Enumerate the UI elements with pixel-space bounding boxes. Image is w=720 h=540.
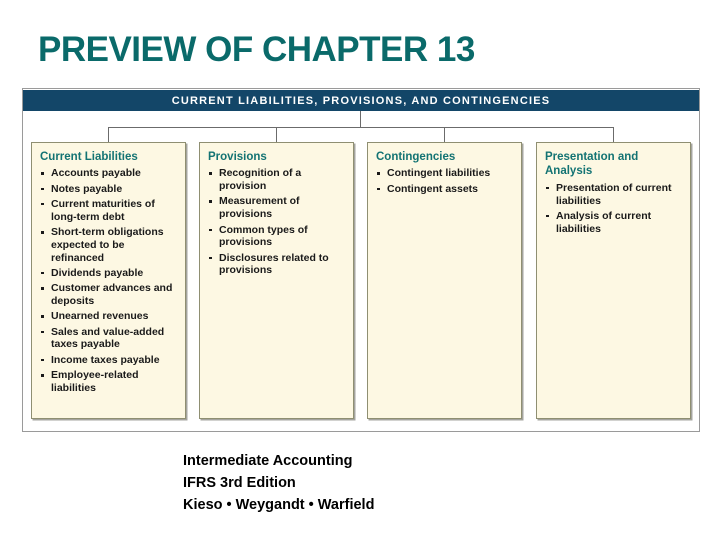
category-box-provisions: Provisions Recognition of a provision Mea… — [199, 142, 354, 419]
category-list-item: Contingent liabilities — [376, 167, 513, 180]
category-box-contingencies: Contingencies Contingent liabilities Cont… — [367, 142, 522, 419]
page-title: PREVIEW OF CHAPTER 13 — [38, 30, 475, 69]
category-list-item: Presentation of current liabilities — [545, 182, 682, 208]
category-list-item: Current maturities of long-term debt — [40, 198, 177, 224]
category-list-item: Employee-related liabilities — [40, 369, 177, 395]
connector-bus — [108, 127, 613, 128]
category-list-item: Income taxes payable — [40, 354, 177, 367]
diagram-root-header: CURRENT LIABILITIES, PROVISIONS, AND CON… — [23, 90, 699, 111]
category-list-item: Contingent assets — [376, 183, 513, 196]
category-list-item: Unearned revenues — [40, 310, 177, 323]
category-list-item: Measurement of provisions — [208, 195, 345, 221]
category-item-list: Recognition of a provision Measurement of… — [208, 167, 345, 277]
category-title: Provisions — [208, 151, 267, 163]
category-list-item: Common types of provisions — [208, 224, 345, 250]
category-list-item: Short-term obligations expected to be re… — [40, 226, 177, 264]
category-title: Current Liabilities — [40, 151, 138, 163]
category-title: Contingencies — [376, 151, 456, 163]
category-title: Presentation and Analysis — [545, 151, 639, 178]
category-list-item: Dividends payable — [40, 267, 177, 280]
category-item-list: Contingent liabilities Contingent assets — [376, 167, 513, 195]
category-item-list: Accounts payable Notes payable Current mat… — [40, 167, 177, 394]
citation-book-title: Intermediate Accounting — [183, 453, 353, 469]
citation-edition: IFRS 3rd Edition — [183, 475, 296, 492]
category-list-item: Recognition of a provision — [208, 167, 345, 193]
category-list-item: Customer advances and deposits — [40, 282, 177, 308]
category-box-current-liabilities: Current Liabilities Accounts payable Note… — [31, 142, 186, 419]
chapter-overview-diagram: CURRENT LIABILITIES, PROVISIONS, AND CON… — [22, 88, 700, 432]
category-list-item: Notes payable — [40, 183, 177, 196]
citation-authors: Kieso • Weygandt • Warfield — [183, 497, 375, 514]
category-list-item: Disclosures related to provisions — [208, 252, 345, 278]
category-list-item: Sales and value-added taxes payable — [40, 326, 177, 352]
connector-stem — [360, 111, 361, 127]
category-box-presentation-and-analysis: Presentation and Analysis Presentation o… — [536, 142, 691, 419]
connector-drop-current-liabilities — [108, 127, 109, 142]
connector-drop-provisions — [276, 127, 277, 142]
category-list-item: Accounts payable — [40, 167, 177, 180]
category-item-list: Presentation of current liabilities Analy… — [545, 182, 682, 236]
connector-drop-contingencies — [444, 127, 445, 142]
book-citation: Intermediate Accounting IFRS 3rd Edition… — [183, 450, 374, 516]
category-list-item: Analysis of current liabilities — [545, 210, 682, 236]
connector-drop-presentation-and-analysis — [613, 127, 614, 142]
